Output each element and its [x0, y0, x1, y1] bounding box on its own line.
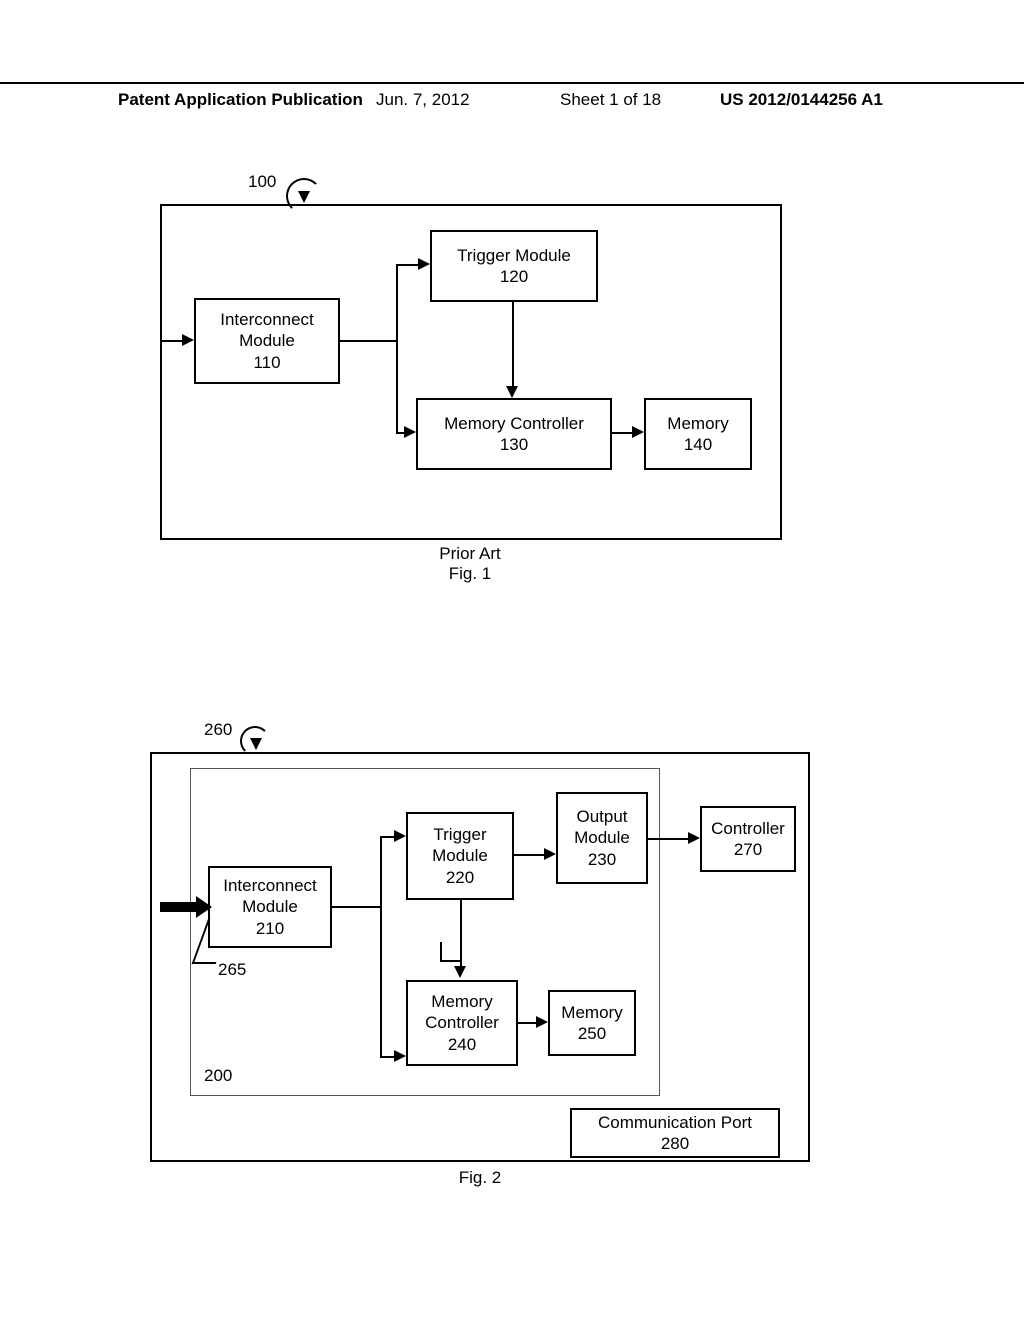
fig2-output-l2: Module	[574, 827, 630, 848]
fig2-to-memctrl-head	[394, 1050, 406, 1062]
fig1-trigger-l1: Trigger Module	[457, 245, 571, 266]
fig1-bus-h	[340, 340, 396, 342]
fig1-to-trigger-head	[418, 258, 430, 270]
fig2-memory-l1: Memory	[561, 1002, 622, 1023]
fig1-caption-fig: Fig. 1	[370, 564, 570, 584]
fig1-interconnect-l1: Interconnect	[220, 309, 314, 330]
ref-200-label: 200	[204, 1066, 232, 1086]
fig2-commport-box: Communication Port 280	[570, 1108, 780, 1158]
header-sheet: Sheet 1 of 18	[560, 90, 661, 110]
header-left: Patent Application Publication	[118, 90, 363, 110]
fig1-memory-l1: Memory	[667, 413, 728, 434]
fig1-trigger-l2: 120	[500, 266, 528, 287]
fig1-interconnect-box: Interconnect Module 110	[194, 298, 340, 384]
fig2-interconnect-l3: 210	[256, 918, 284, 939]
fig1-trig-to-memctrl-head	[506, 386, 518, 398]
fig1-memctrl-l2: 130	[500, 434, 528, 455]
fig1-in-arrow-head	[182, 334, 194, 346]
fig2-memctrl-to-mem-head	[536, 1016, 548, 1028]
fig2-trigger-l2: Module	[432, 845, 488, 866]
ref-260-label: 260	[204, 720, 232, 740]
fig1-memory-l2: 140	[684, 434, 712, 455]
fig2-out-to-ctrl-line	[648, 838, 690, 840]
fig1-memctrl-to-mem-line	[612, 432, 634, 434]
fig2-trig-to-memctrl-v	[460, 900, 462, 968]
fig2-interconnect-l1: Interconnect	[223, 875, 317, 896]
page-header: Patent Application Publication Jun. 7, 2…	[0, 82, 1024, 90]
fig2-elbow-h	[440, 960, 462, 962]
fig1-to-trigger-line	[396, 264, 420, 266]
fig2-memctrl-l1: Memory	[431, 991, 492, 1012]
fig1-interconnect-l2: Module	[239, 330, 295, 351]
header-date: Jun. 7, 2012	[376, 90, 470, 110]
fig2-trig-to-out-line	[514, 854, 546, 856]
fig1-memctrl-box: Memory Controller 130	[416, 398, 612, 470]
fig2-out-to-ctrl-head	[688, 832, 700, 844]
fig2-trigger-l1: Trigger	[433, 824, 486, 845]
fig2-trigger-box: Trigger Module 220	[406, 812, 514, 900]
fig2-trig-to-out-head	[544, 848, 556, 860]
fig1-bus-v	[396, 264, 398, 434]
fig2-memory-box: Memory 250	[548, 990, 636, 1056]
fig2-controller-l2: 270	[734, 839, 762, 860]
ref-265-label: 265	[218, 960, 246, 980]
fig2-output-l1: Output	[576, 806, 627, 827]
fig1-interconnect-l3: 110	[253, 352, 280, 373]
fig1-in-arrow-line	[160, 340, 184, 342]
fig2-memctrl-l3: 240	[448, 1034, 476, 1055]
fig2-commport-l2: 280	[661, 1133, 689, 1154]
fig1-memctrl-l1: Memory Controller	[444, 413, 584, 434]
fig1-to-memctrl-head	[404, 426, 416, 438]
fig1-trigger-box: Trigger Module 120	[430, 230, 598, 302]
fig2-memctrl-l2: Controller	[425, 1012, 499, 1033]
fig1-memory-box: Memory 140	[644, 398, 752, 470]
fig2-265-arrow-shaft	[160, 902, 198, 912]
fig2-265-arrow-head	[196, 896, 212, 918]
fig2-output-l3: 230	[588, 849, 616, 870]
fig2-memctrl-box: Memory Controller 240	[406, 980, 518, 1066]
fig2-memory-l2: 250	[578, 1023, 606, 1044]
header-pubno: US 2012/0144256 A1	[720, 90, 883, 110]
fig1-trig-to-memctrl-line	[512, 302, 514, 388]
fig2-interconnect-box: Interconnect Module 210	[208, 866, 332, 948]
fig2-commport-l1: Communication Port	[598, 1112, 752, 1133]
fig2-trig-to-memctrl-head	[454, 966, 466, 978]
fig2-memctrl-to-mem-line	[518, 1022, 538, 1024]
fig2-caption: Fig. 2	[380, 1168, 580, 1188]
ref-100-arrowhead	[298, 191, 310, 203]
fig2-output-box: Output Module 230	[556, 792, 648, 884]
fig2-controller-l1: Controller	[711, 818, 785, 839]
fig2-interconnect-l2: Module	[242, 896, 298, 917]
fig1-memctrl-to-mem-head	[632, 426, 644, 438]
fig1-caption-priorart: Prior Art	[370, 544, 570, 564]
ref-260-arrowhead	[250, 738, 262, 750]
fig2-bus-h	[332, 906, 382, 908]
fig2-controller-box: Controller 270	[700, 806, 796, 872]
ref-100-label: 100	[248, 172, 276, 192]
fig2-elbow-v	[440, 942, 442, 962]
fig2-trigger-l3: 220	[446, 867, 474, 888]
fig2-bus-v	[380, 836, 382, 1058]
fig2-to-trigger-head	[394, 830, 406, 842]
